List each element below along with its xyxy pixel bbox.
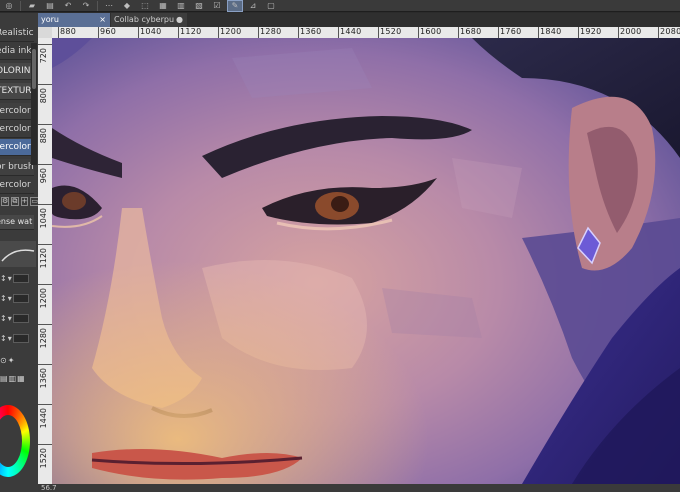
ruler-corner	[38, 27, 52, 38]
save-icon[interactable]: ▤	[43, 1, 57, 11]
crop-icon[interactable]: ⊿	[246, 1, 260, 11]
brush-size-slider[interactable]	[12, 273, 29, 283]
ruler-tick-label: 1040	[38, 204, 52, 245]
duplicate-icon[interactable]: ⧉	[11, 197, 19, 206]
status-bar: 56.7	[38, 484, 680, 492]
brush-stroke-preview	[0, 241, 36, 267]
opacity-icon: ↕	[0, 293, 7, 303]
blend-slider[interactable]	[12, 333, 29, 343]
color-tab-icon[interactable]: ▦	[17, 374, 25, 383]
tab-collab-cyberpunk[interactable]: Collab cyberpu ●	[111, 13, 187, 27]
redo-icon[interactable]: ↷	[79, 1, 93, 11]
open-folder-icon[interactable]: ▰	[25, 1, 39, 11]
chevron-down-icon[interactable]: ▾	[8, 334, 12, 343]
ruler-tick-label: 880	[58, 27, 77, 38]
blend-icon: ↕	[0, 333, 7, 343]
frame-icon[interactable]: ▢	[264, 1, 278, 11]
tool-property-header: ense wat	[0, 215, 34, 230]
transform-icon[interactable]: ⬚	[138, 1, 152, 11]
ruler-tick-label: 1840	[538, 27, 562, 38]
brush-item-selected[interactable]: tercolor	[0, 139, 34, 156]
brush-item[interactable]: or brush	[0, 159, 34, 176]
tab-label: yoru	[41, 15, 59, 24]
subtool-panel: Realistic w edia ink OLORING TEXTURE ter…	[0, 13, 39, 492]
document-tab-bar: yoru × Collab cyberpu ●	[38, 13, 680, 27]
ruler-tick-label: 1200	[38, 284, 52, 325]
ruler-tick-label: 880	[38, 124, 52, 165]
opacity-row[interactable]: ↕ ▾	[0, 289, 36, 307]
subtool-actions: ⚙ ⧉ + ▭	[0, 197, 38, 209]
brush-item[interactable]: tercolor	[0, 177, 34, 194]
ruler-tick-label: 1520	[38, 444, 52, 484]
chevron-down-icon[interactable]: ▾	[8, 274, 12, 283]
ruler-tick-label: 1360	[38, 364, 52, 405]
snap-icon[interactable]: ▧	[192, 1, 206, 11]
ruler-tick-label: 960	[38, 164, 52, 205]
color-panel-header: ▤ ▥ ▦	[0, 369, 36, 387]
tab-yoru[interactable]: yoru ×	[38, 13, 110, 27]
zoom-readout[interactable]: 56.7	[41, 484, 57, 492]
ruler-tick-label: 1120	[38, 244, 52, 285]
ruler-tick-label: 1440	[38, 404, 52, 445]
density-slider[interactable]	[12, 313, 29, 323]
size-icon: ↕	[0, 273, 7, 283]
ruler-tick-label: 2080	[658, 27, 680, 38]
color-tab-icon[interactable]: ▥	[9, 374, 17, 383]
ruler-tick-label: 1120	[178, 27, 202, 38]
density-icon: ↕	[0, 313, 7, 323]
check-icon[interactable]: ☑	[210, 1, 224, 11]
ruler-tick-label: 1600	[418, 27, 442, 38]
wrench-icon[interactable]: ✦	[8, 356, 15, 365]
ruler-tick-label: 1280	[38, 324, 52, 365]
brush-item[interactable]: tercolor	[0, 121, 34, 138]
grid-icon[interactable]: ▦	[156, 1, 170, 11]
new-subtool-icon[interactable]: +	[20, 197, 29, 206]
select-icon[interactable]: ⋯	[102, 1, 116, 11]
ruler-tick-label: 1920	[578, 27, 602, 38]
ruler-tick-label: 800	[38, 84, 52, 125]
pen-tool-icon[interactable]: ✎	[227, 0, 243, 12]
top-toolbar: ◎ ▰ ▤ ↶ ↷ ⋯ ◆ ⬚ ▦ ▥ ▧ ☑ ✎ ⊿ ▢	[0, 0, 680, 12]
toolbar-divider	[20, 0, 21, 11]
drawing-canvas[interactable]	[52, 38, 680, 484]
settings-icon[interactable]: ⚙	[1, 197, 10, 206]
ruler-tick-label: 1200	[218, 27, 242, 38]
ruler-tick-label: 720	[38, 44, 52, 85]
vertical-ruler[interactable]: 720 800 880 960 1040 1120 1200 1280 1360 1440 1520	[38, 38, 53, 484]
color-wheel[interactable]	[0, 405, 30, 477]
ruler-tick-label: 1680	[458, 27, 482, 38]
portrait-painting	[52, 38, 680, 484]
pin-icon[interactable]: ⊙	[0, 356, 7, 365]
brush-size-row[interactable]: ↕ ▾	[0, 269, 36, 287]
ruler-icon[interactable]: ▥	[174, 1, 188, 11]
brush-item[interactable]: tercolor	[0, 103, 34, 120]
chevron-down-icon[interactable]: ▾	[8, 314, 12, 323]
ruler-tick-label: 2000	[618, 27, 642, 38]
brush-item[interactable]: edia ink	[0, 43, 34, 60]
ruler-tick-label: 1040	[138, 27, 162, 38]
modified-indicator-icon[interactable]: ●	[176, 13, 183, 27]
brush-group-header[interactable]: TEXTURE	[0, 83, 34, 100]
tool-icons-row: ⊙ ✦	[0, 351, 36, 369]
ruler-tick-label: 1280	[258, 27, 282, 38]
tab-label: Collab cyberpu	[114, 15, 175, 24]
subtool-scrollbar[interactable]	[31, 43, 37, 165]
ruler-tick-label: 1360	[298, 27, 322, 38]
ruler-tick-label: 960	[98, 27, 117, 38]
brush-group-header[interactable]: OLORING	[0, 63, 34, 80]
undo-icon[interactable]: ↶	[61, 1, 75, 11]
color-tab-icon[interactable]: ▤	[0, 374, 8, 383]
fill-icon[interactable]: ◆	[120, 1, 134, 11]
opacity-slider[interactable]	[12, 293, 29, 303]
ruler-tick-label: 1440	[338, 27, 362, 38]
density-row[interactable]: ↕ ▾	[0, 309, 36, 327]
blend-row[interactable]: ↕ ▾	[0, 329, 36, 347]
ruler-tick-label: 1520	[378, 27, 402, 38]
chevron-down-icon[interactable]: ▾	[8, 294, 12, 303]
app-logo-icon[interactable]: ◎	[2, 1, 16, 11]
ruler-tick-label: 1760	[498, 27, 522, 38]
close-icon[interactable]: ×	[99, 13, 106, 27]
brush-item[interactable]: Realistic w	[0, 25, 34, 42]
toolbar-divider	[97, 0, 98, 11]
